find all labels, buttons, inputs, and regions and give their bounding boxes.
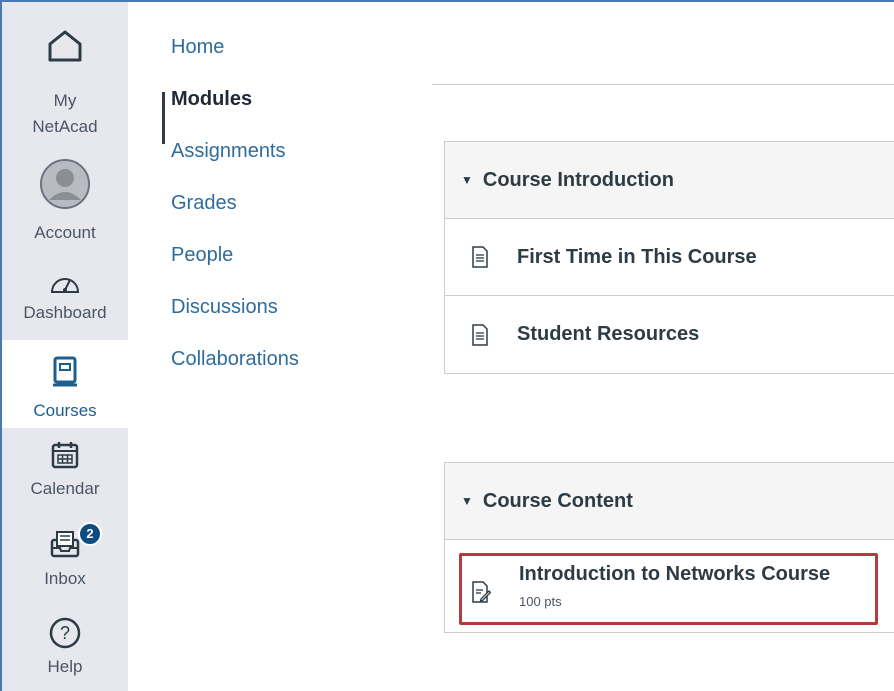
page-document-icon	[472, 246, 488, 268]
course-nav-people[interactable]: People	[162, 238, 412, 290]
inbox-unread-badge: 2	[78, 522, 102, 546]
nav-label-dashboard: Dashboard	[23, 303, 107, 322]
module-item-title[interactable]: First Time in This Course	[517, 246, 757, 269]
svg-text:?: ?	[60, 623, 70, 643]
nav-label-inbox: Inbox	[44, 569, 86, 588]
nav-label-account: Account	[34, 223, 96, 242]
course-nav-modules[interactable]: Modules	[162, 82, 412, 144]
highlight-annotation	[459, 553, 878, 625]
collapse-caret-icon[interactable]: ▼	[461, 494, 473, 508]
collapse-caret-icon[interactable]: ▼	[461, 173, 473, 187]
nav-label-my-netacad: My NetAcad	[32, 91, 98, 136]
nav-courses[interactable]: Courses	[2, 340, 128, 428]
module-header[interactable]: ▼ Course Content	[445, 463, 894, 540]
module-item[interactable]: First Time in This Course	[445, 219, 894, 296]
book-icon	[53, 356, 77, 387]
avatar-icon	[40, 159, 90, 209]
nav-label-courses: Courses	[33, 401, 97, 420]
nav-account[interactable]: Account	[2, 158, 128, 248]
nav-label-help: Help	[47, 657, 83, 676]
module-item[interactable]: Student Resources	[445, 296, 894, 373]
course-nav-discussions[interactable]: Discussions	[162, 290, 412, 342]
module-header[interactable]: ▼ Course Introduction	[445, 142, 894, 219]
header-divider	[432, 84, 894, 85]
inbox-icon	[50, 531, 80, 558]
help-question-icon: ?	[49, 617, 81, 649]
calendar-icon	[51, 442, 79, 469]
module-title: Course Introduction	[482, 168, 674, 191]
course-nav-home[interactable]: Home	[162, 30, 412, 82]
global-navigation: My NetAcad Account Dashboard Courses Cal…	[2, 2, 128, 691]
dashboard-gauge-icon	[50, 278, 80, 293]
course-navigation: Home Modules Assignments Grades People D…	[162, 30, 412, 394]
module-item-title[interactable]: Student Resources	[517, 323, 699, 346]
page-document-icon	[472, 323, 488, 346]
nav-inbox[interactable]: Inbox 2	[2, 522, 128, 600]
course-nav-collaborations[interactable]: Collaborations	[162, 342, 412, 394]
nav-calendar[interactable]: Calendar	[2, 440, 128, 510]
nav-label-calendar: Calendar	[30, 479, 100, 498]
course-nav-assignments[interactable]: Assignments	[162, 134, 412, 186]
nav-dashboard[interactable]: Dashboard	[2, 268, 128, 340]
nav-my-netacad[interactable]: My NetAcad	[2, 26, 128, 146]
nav-help[interactable]: ? Help	[2, 616, 128, 688]
module-course-introduction: ▼ Course Introduction First Time in This…	[444, 141, 894, 374]
home-icon	[48, 30, 82, 62]
module-title: Course Content	[482, 489, 633, 512]
course-nav-grades[interactable]: Grades	[162, 186, 412, 238]
